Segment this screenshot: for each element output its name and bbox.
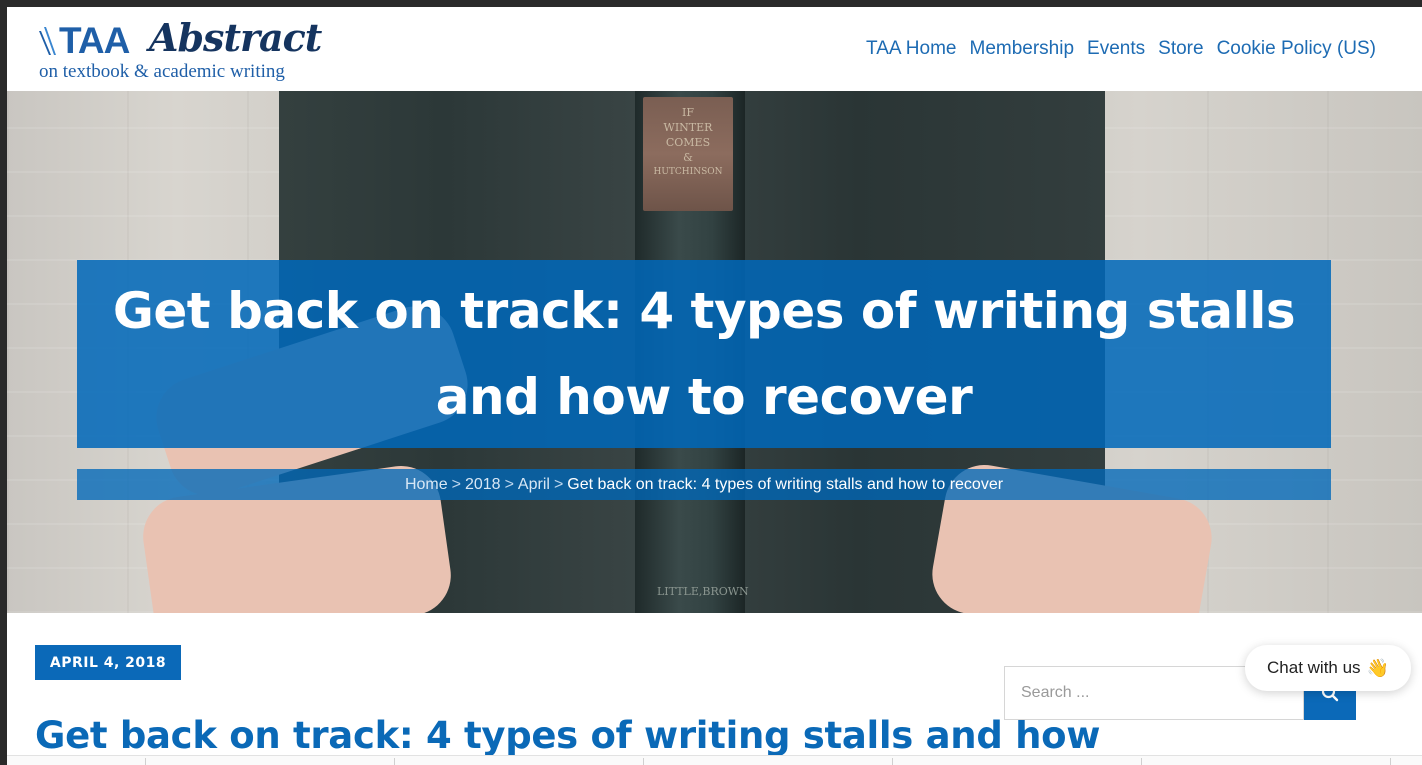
breadcrumb-separator: >	[504, 475, 514, 493]
spine-text-line: WINTER	[663, 121, 713, 134]
strip-divider	[394, 758, 395, 765]
logo-subtitle: on textbook & academic writing	[39, 61, 285, 82]
logo-taa-text: TAA	[59, 20, 130, 61]
site-header: TAA Abstract on textbook & academic writ…	[7, 7, 1422, 91]
strip-divider	[643, 758, 644, 765]
breadcrumb-month[interactable]: April	[518, 476, 550, 494]
site-logo[interactable]: TAA Abstract on textbook & academic writ…	[37, 15, 357, 87]
logo-abstract-text: Abstract	[149, 15, 322, 60]
main-navigation: TAA Home Membership Events Store Cookie …	[866, 37, 1376, 61]
chat-label: Chat with us	[1267, 658, 1361, 677]
nav-store[interactable]: Store	[1158, 37, 1203, 61]
breadcrumb-separator: >	[553, 475, 564, 493]
waving-hand-icon: 👋	[1366, 657, 1389, 678]
breadcrumb-home[interactable]: Home	[405, 476, 448, 494]
chat-widget-button[interactable]: Chat with us 👋	[1245, 645, 1411, 691]
post-date-badge: APRIL 4, 2018	[35, 645, 181, 680]
breadcrumb-separator: >	[451, 475, 461, 493]
breadcrumb: Home > 2018 > April > Get back on track:…	[77, 469, 1331, 500]
hero-title: Get back on track: 4 types of writing st…	[112, 282, 1296, 426]
strip-divider	[892, 758, 893, 765]
spine-text-line: COMES	[665, 136, 711, 149]
browser-viewport: TAA Abstract on textbook & academic writ…	[7, 7, 1422, 765]
strip-divider	[1390, 758, 1391, 765]
post-title: Get back on track: 4 types of writing st…	[35, 714, 1101, 757]
nav-taa-home[interactable]: TAA Home	[866, 37, 956, 61]
hero-banner: IF WINTER COMES & HUTCHINSON LITTLE,BROW…	[7, 91, 1422, 613]
spine-text-line: IF	[682, 106, 694, 119]
strip-divider	[1141, 758, 1142, 765]
hero-title-box: Get back on track: 4 types of writing st…	[77, 260, 1331, 448]
nav-cookie-policy[interactable]: Cookie Policy (US)	[1217, 37, 1376, 61]
spine-text-line: &	[683, 151, 693, 164]
book-spine-label: IF WINTER COMES & HUTCHINSON	[643, 97, 733, 211]
nav-events[interactable]: Events	[1087, 37, 1145, 61]
breadcrumb-year[interactable]: 2018	[465, 476, 501, 494]
strip-divider	[145, 758, 146, 765]
spine-foot-text: LITTLE,BROWN	[657, 585, 749, 598]
spine-text-line: HUTCHINSON	[653, 167, 723, 177]
breadcrumb-current: Get back on track: 4 types of writing st…	[567, 475, 1004, 493]
bottom-toolbar-strip	[7, 755, 1422, 765]
nav-membership[interactable]: Membership	[970, 37, 1075, 61]
